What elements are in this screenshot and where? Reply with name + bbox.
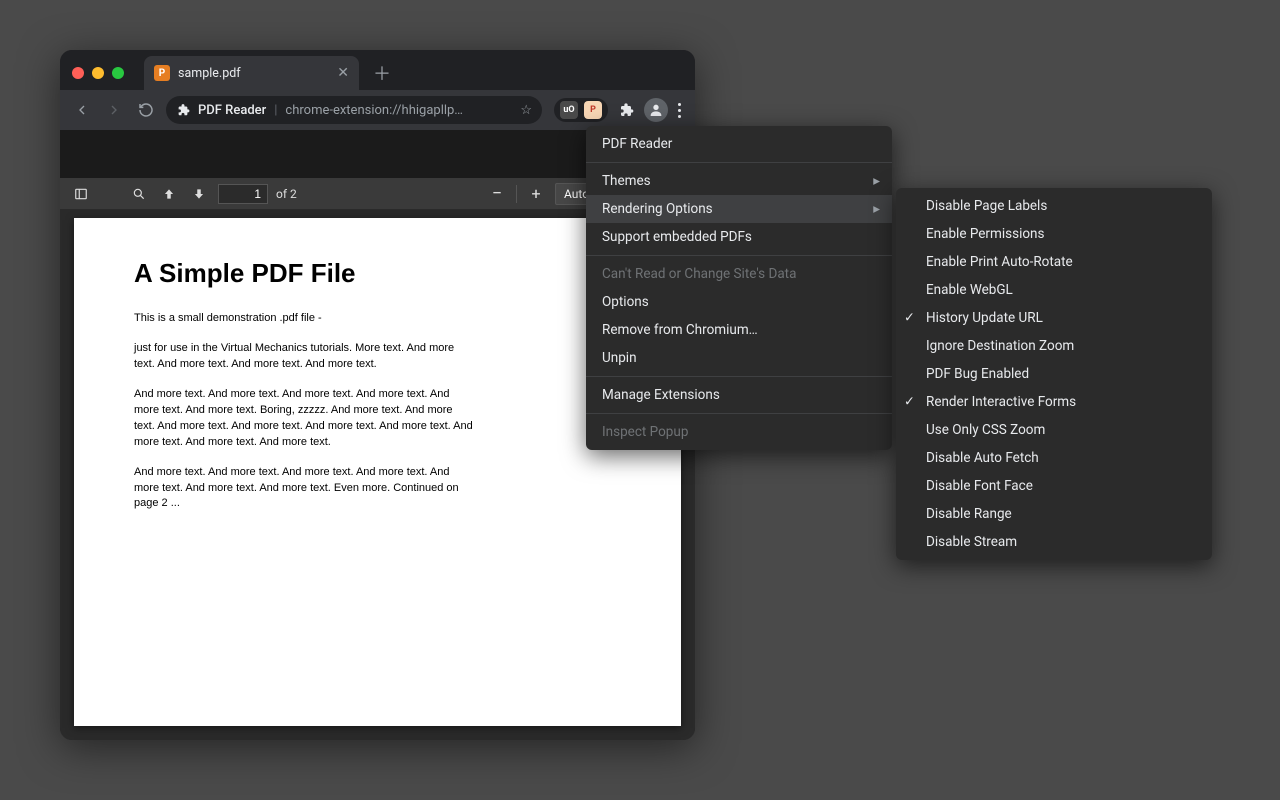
- tab-title: sample.pdf: [178, 66, 241, 81]
- submenu-item[interactable]: Enable Print Auto-Rotate: [896, 248, 1212, 276]
- addressbar-extension-name: PDF Reader: [198, 103, 266, 118]
- previous-page-button[interactable]: [158, 183, 180, 205]
- new-tab-button[interactable]: ＋: [373, 60, 391, 86]
- submenu-item-label: Disable Auto Fetch: [926, 450, 1039, 466]
- extensions-button[interactable]: [614, 98, 638, 122]
- extension-pill: uO P: [554, 98, 608, 122]
- chevron-right-icon: ▸: [873, 201, 880, 217]
- submenu-item-label: Ignore Destination Zoom: [926, 338, 1074, 354]
- pdf-paragraph: This is a small demonstration .pdf file …: [134, 311, 474, 327]
- pdf-document-title: A Simple PDF File: [134, 258, 621, 289]
- extension-icons: uO P: [554, 98, 685, 122]
- addressbar-separator: |: [274, 103, 277, 118]
- zoom-out-button[interactable]: −: [486, 183, 508, 205]
- bookmark-star-icon[interactable]: ☆: [520, 103, 532, 118]
- menu-item-label: Themes: [602, 173, 651, 189]
- window-controls: [72, 67, 124, 79]
- submenu-item-label: Disable Font Face: [926, 478, 1033, 494]
- check-icon: ✓: [904, 395, 915, 410]
- tab-strip: P sample.pdf ✕ ＋: [60, 50, 695, 90]
- menu-item-cant-read: Can't Read or Change Site's Data: [586, 260, 892, 288]
- submenu-item-label: Enable WebGL: [926, 282, 1013, 298]
- submenu-item-label: Disable Page Labels: [926, 198, 1047, 214]
- submenu-item[interactable]: Disable Page Labels: [896, 192, 1212, 220]
- menu-divider: [586, 413, 892, 414]
- forward-button[interactable]: [102, 98, 126, 122]
- menu-item-support-embedded-pdfs[interactable]: Support embedded PDFs: [586, 223, 892, 251]
- submenu-item[interactable]: Enable WebGL: [896, 276, 1212, 304]
- ublock-extension-icon[interactable]: uO: [560, 101, 578, 119]
- submenu-item[interactable]: PDF Bug Enabled: [896, 360, 1212, 388]
- browser-menu-button[interactable]: [674, 99, 685, 122]
- maximize-window-button[interactable]: [112, 67, 124, 79]
- menu-item-remove-from-chromium[interactable]: Remove from Chromium…: [586, 316, 892, 344]
- menu-item-inspect-popup: Inspect Popup: [586, 418, 892, 446]
- browser-toolbar: PDF Reader | chrome-extension://hhigapll…: [60, 90, 695, 130]
- submenu-item[interactable]: ✓ Render Interactive Forms: [896, 388, 1212, 416]
- submenu-item-label: Disable Range: [926, 506, 1012, 522]
- next-page-button[interactable]: [188, 183, 210, 205]
- submenu-item-label: Enable Print Auto-Rotate: [926, 254, 1073, 270]
- chevron-right-icon: ▸: [873, 173, 880, 189]
- close-tab-button[interactable]: ✕: [337, 65, 349, 81]
- menu-divider: [586, 376, 892, 377]
- extension-context-menu: PDF Reader Themes ▸ Rendering Options ▸ …: [586, 126, 892, 450]
- submenu-item[interactable]: Disable Font Face: [896, 472, 1212, 500]
- menu-item-unpin[interactable]: Unpin: [586, 344, 892, 372]
- submenu-item[interactable]: Use Only CSS Zoom: [896, 416, 1212, 444]
- menu-item-rendering-options[interactable]: Rendering Options ▸: [586, 195, 892, 223]
- find-button[interactable]: [128, 183, 150, 205]
- submenu-item-label: Disable Stream: [926, 534, 1017, 550]
- profile-avatar-icon[interactable]: [644, 98, 668, 122]
- submenu-item[interactable]: Disable Range: [896, 500, 1212, 528]
- page-number-input[interactable]: [218, 184, 268, 204]
- pdf-paragraph: just for use in the Virtual Mechanics tu…: [134, 341, 474, 373]
- tab-favicon-icon: P: [154, 65, 170, 81]
- rendering-options-submenu: Disable Page Labels Enable Permissions Ena…: [896, 188, 1212, 560]
- menu-header-pdf-reader[interactable]: PDF Reader: [586, 130, 892, 158]
- submenu-item[interactable]: Disable Stream: [896, 528, 1212, 556]
- submenu-item-label: Enable Permissions: [926, 226, 1044, 242]
- menu-item-themes[interactable]: Themes ▸: [586, 167, 892, 195]
- check-icon: ✓: [904, 311, 915, 326]
- pdf-reader-extension-icon[interactable]: P: [584, 101, 602, 119]
- page-total-label: of 2: [276, 187, 297, 201]
- submenu-item-label: Use Only CSS Zoom: [926, 422, 1045, 438]
- submenu-item[interactable]: ✓ History Update URL: [896, 304, 1212, 332]
- back-button[interactable]: [70, 98, 94, 122]
- address-bar[interactable]: PDF Reader | chrome-extension://hhigapll…: [166, 96, 542, 124]
- menu-divider: [586, 162, 892, 163]
- submenu-item-label: PDF Bug Enabled: [926, 366, 1029, 382]
- menu-item-options[interactable]: Options: [586, 288, 892, 316]
- reload-button[interactable]: [134, 98, 158, 122]
- extension-puzzle-icon: [176, 103, 190, 117]
- menu-divider: [586, 255, 892, 256]
- close-window-button[interactable]: [72, 67, 84, 79]
- submenu-item-label: Render Interactive Forms: [926, 394, 1076, 410]
- menu-item-manage-extensions[interactable]: Manage Extensions: [586, 381, 892, 409]
- sidebar-toggle-button[interactable]: [70, 183, 92, 205]
- submenu-item[interactable]: Enable Permissions: [896, 220, 1212, 248]
- zoom-in-button[interactable]: +: [525, 183, 547, 205]
- submenu-item[interactable]: Ignore Destination Zoom: [896, 332, 1212, 360]
- browser-tab[interactable]: P sample.pdf ✕: [144, 56, 359, 90]
- minimize-window-button[interactable]: [92, 67, 104, 79]
- submenu-item-label: History Update URL: [926, 310, 1043, 326]
- pdf-paragraph: And more text. And more text. And more t…: [134, 387, 474, 451]
- pdf-paragraph: And more text. And more text. And more t…: [134, 465, 474, 513]
- submenu-item[interactable]: Disable Auto Fetch: [896, 444, 1212, 472]
- menu-item-label: Rendering Options: [602, 201, 713, 217]
- addressbar-url: chrome-extension://hhigapllp…: [285, 103, 463, 118]
